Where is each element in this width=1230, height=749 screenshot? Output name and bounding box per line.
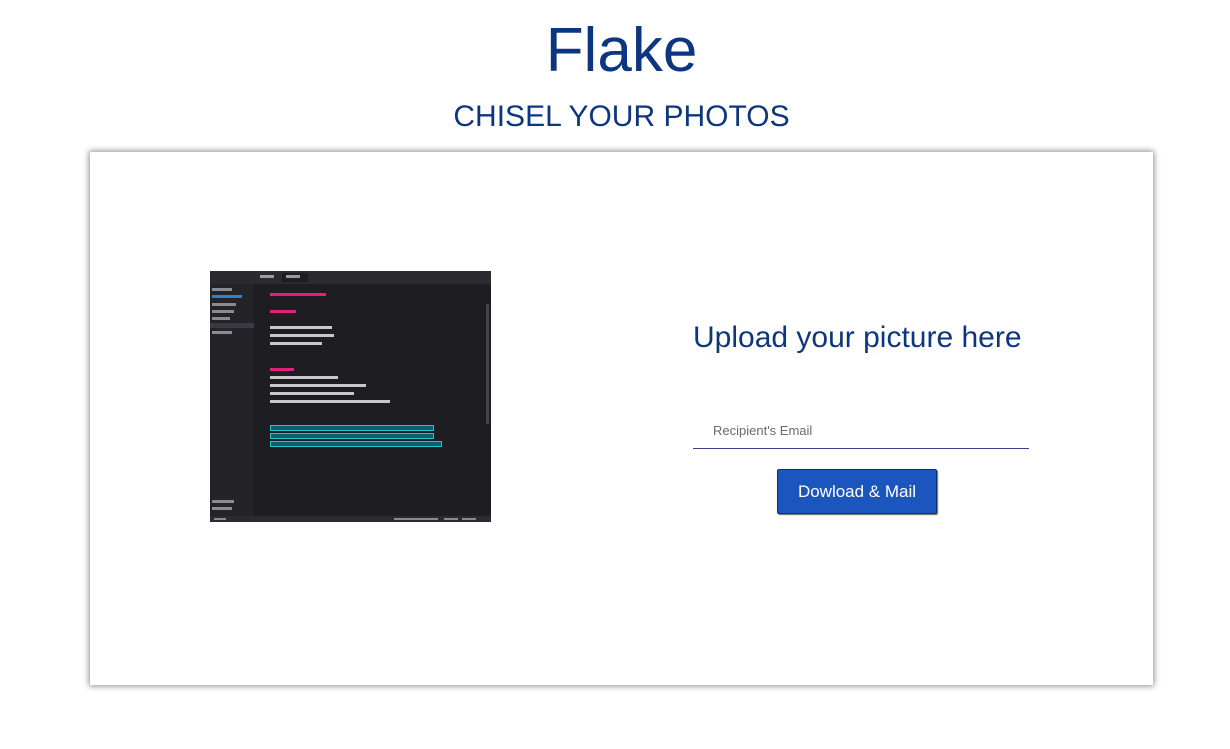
app-title: Flake <box>545 16 698 85</box>
preview-sidebar-row <box>212 288 232 291</box>
recipient-email-field[interactable] <box>693 413 1029 449</box>
preview-sidebar-row <box>212 303 236 306</box>
preview-sidebar-row <box>212 331 232 334</box>
preview-status-item <box>214 518 226 520</box>
preview-editor-body <box>254 284 491 516</box>
preview-code-line <box>270 368 294 371</box>
preview-code-link <box>270 433 434 439</box>
upload-card: Upload your picture here Dowload & Mail <box>90 152 1153 685</box>
preview-code-line <box>270 392 354 395</box>
preview-code-line <box>270 342 322 345</box>
tagline: CHISEL YOUR PHOTOS <box>453 100 790 133</box>
preview-status-item <box>462 518 476 520</box>
preview-scrollbar <box>486 304 489 424</box>
preview-sidebar-row <box>212 310 234 313</box>
page: Flake CHISEL YOUR PHOTOS Upload your pic… <box>0 0 1230 749</box>
preview-code-link <box>270 441 442 447</box>
preview-status-item <box>444 518 458 520</box>
preview-tab-label <box>286 275 300 278</box>
preview-code-line <box>270 293 326 296</box>
preview-code-link <box>270 425 434 431</box>
preview-code-line <box>270 334 334 337</box>
preview-editor-titlebar <box>210 271 491 284</box>
preview-sidebar-row <box>212 500 234 503</box>
preview-code-line <box>270 384 366 387</box>
preview-statusbar <box>210 516 491 522</box>
preview-status-item <box>394 518 438 520</box>
preview-sidebar-row <box>212 317 230 320</box>
preview-code-line <box>270 400 390 403</box>
preview-sidebar-row <box>212 295 242 298</box>
preview-tab-label <box>260 275 274 278</box>
preview-sidebar-selected <box>210 323 254 328</box>
download-and-mail-button[interactable]: Dowload & Mail <box>777 469 937 514</box>
preview-sidebar-row <box>212 507 232 510</box>
preview-code-line <box>270 326 332 329</box>
preview-code-line <box>270 376 338 379</box>
upload-heading: Upload your picture here <box>693 321 1022 354</box>
preview-code-line <box>270 310 296 313</box>
uploaded-image-preview <box>210 271 491 522</box>
preview-editor-sidebar <box>210 284 254 516</box>
